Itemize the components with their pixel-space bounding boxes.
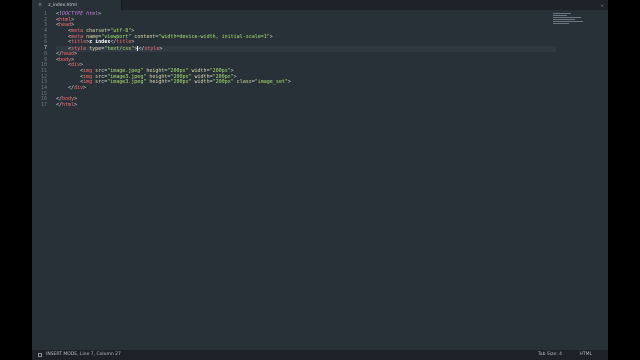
status-left: INSERT MODE, Line 7, Column 27 <box>38 350 121 360</box>
minimap-line <box>553 15 567 16</box>
code-line[interactable]: </html> <box>56 102 556 109</box>
code-token: > <box>98 11 102 17</box>
code-token: class <box>233 79 252 86</box>
line-gutter: 1 2 3 4 5 6 7 8 9 10 11 12 13 14 15 16 17 <box>32 11 47 348</box>
syntax-indicator[interactable]: HTML <box>579 350 592 360</box>
code-token: "200px" <box>212 79 234 86</box>
status-mode-text: INSERT MODE, Line 7, Column 27 <box>46 352 121 357</box>
editor-window: × z_index.html ⌄ 1 2 3 4 5 6 7 8 9 10 11 12 13 14 15 16… <box>32 0 608 360</box>
code-token: > <box>83 84 87 91</box>
code-token: "image_set" <box>254 79 288 86</box>
minimap[interactable] <box>553 13 588 27</box>
close-icon[interactable]: × <box>38 2 42 8</box>
code-token: content <box>131 33 156 40</box>
code-token: "width=device-width, initial-scale=1" <box>158 33 270 40</box>
status-panel-icon[interactable] <box>38 353 42 357</box>
tab-title: z_index.html <box>48 2 77 8</box>
code-token: > <box>269 33 273 40</box>
code-token: > <box>74 50 78 57</box>
minimap-line <box>553 17 581 18</box>
code-token: > <box>74 102 78 108</box>
minimap-line <box>553 19 575 20</box>
code-token: html <box>62 102 75 108</box>
tab-z-index-html[interactable]: × z_index.html <box>32 0 122 10</box>
code-token: title <box>116 39 132 46</box>
code-token: z index <box>89 39 111 46</box>
vertical-scrollbar[interactable] <box>603 12 606 348</box>
status-bar: INSERT MODE, Line 7, Column 27 Tab Size:… <box>32 350 608 360</box>
code-token: title <box>71 39 87 46</box>
chevron-down-icon[interactable]: ⌄ <box>600 1 604 9</box>
minimap-line <box>553 21 583 22</box>
code-editor[interactable]: <!DOCTYPE html> <html> <head> <meta charse… <box>56 11 556 348</box>
code-token: width <box>191 79 210 86</box>
code-token: "200px" <box>170 79 192 86</box>
code-token: > <box>287 79 291 86</box>
code-token: height <box>146 79 168 86</box>
code-token: "image3.jpeg" <box>107 79 147 86</box>
minimap-line <box>553 23 569 24</box>
code-token: src <box>92 79 105 86</box>
code-token: div <box>74 84 84 91</box>
tab-size-indicator[interactable]: Tab Size: 4 <box>538 350 562 360</box>
tab-bar: × z_index.html ⌄ <box>32 0 608 10</box>
line-number: 17 <box>40 102 47 108</box>
minimap-line <box>553 13 571 14</box>
code-token: > <box>131 39 135 46</box>
